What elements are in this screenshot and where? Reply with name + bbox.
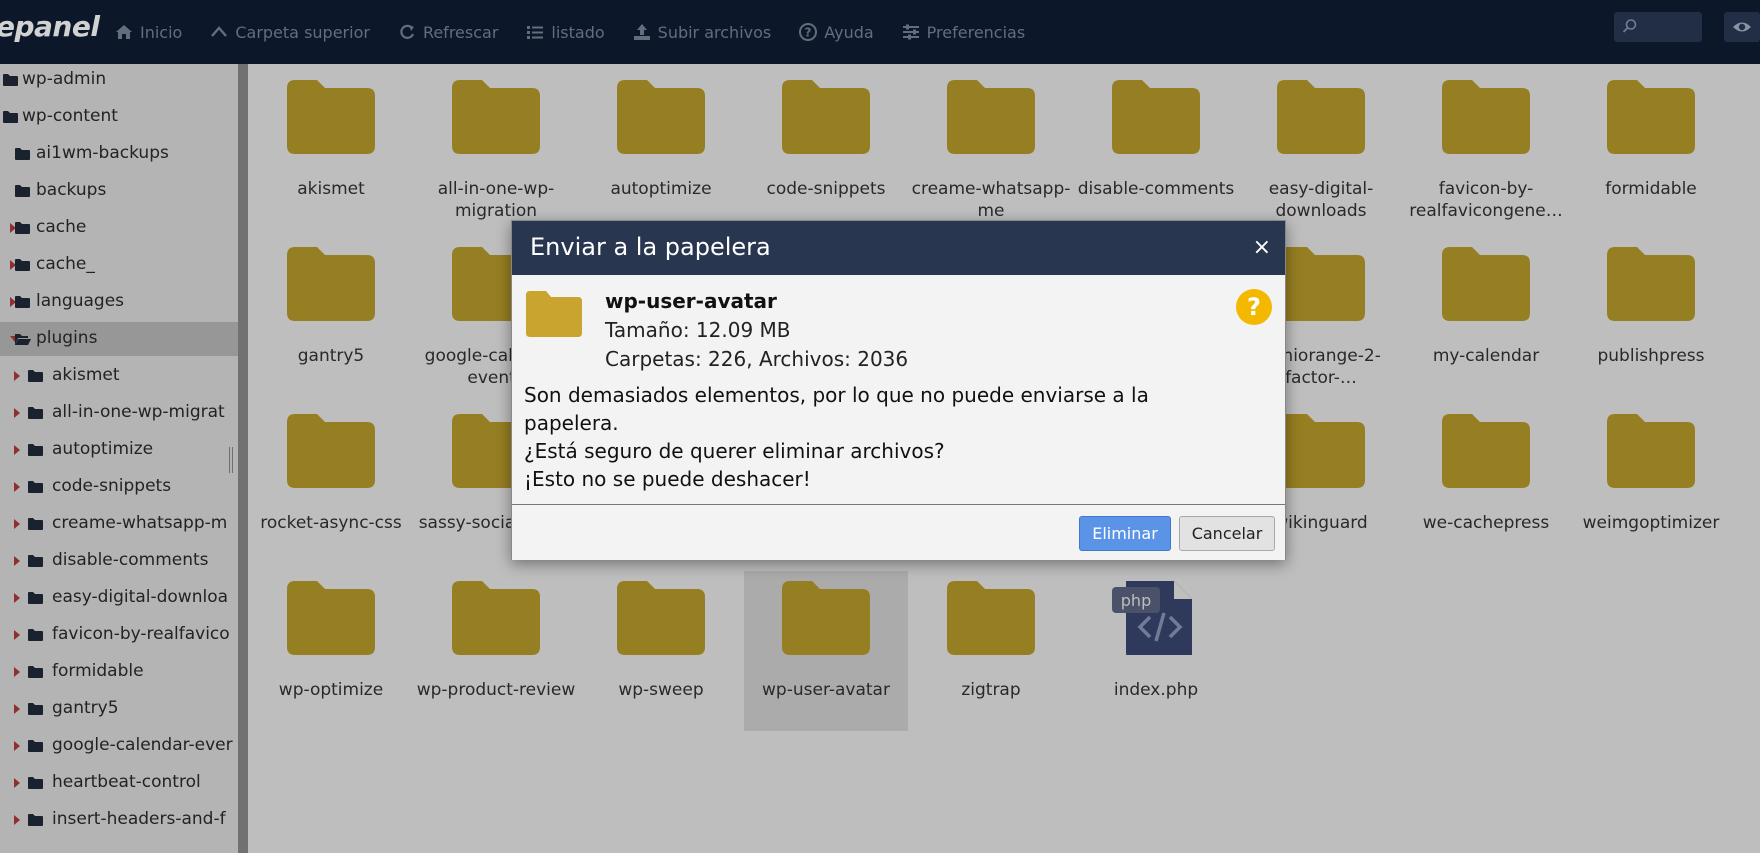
dialog-item-size: Tamaño: 12.09 MB xyxy=(605,318,791,342)
dialog-title: Enviar a la papelera xyxy=(530,233,771,261)
folder-icon xyxy=(526,291,582,337)
dialog-message: Son demasiados elementos, por lo que no … xyxy=(524,381,1164,493)
dialog-message-line: papelera. xyxy=(524,411,619,435)
dialog-header: Enviar a la papelera × xyxy=(512,221,1285,275)
close-icon[interactable]: × xyxy=(1253,237,1271,259)
dialog-footer: Eliminar Cancelar xyxy=(512,504,1285,560)
dialog-item-name: wp-user-avatar xyxy=(605,289,777,313)
cancel-button[interactable]: Cancelar xyxy=(1179,516,1275,551)
question-icon: ? xyxy=(1236,289,1272,325)
trash-dialog: Enviar a la papelera × wp-user-avatar Ta… xyxy=(511,220,1286,560)
dialog-item-counts: Carpetas: 226, Archivos: 2036 xyxy=(605,347,909,371)
dialog-message-line: ¿Está seguro de querer eliminar archivos… xyxy=(524,439,945,463)
delete-button[interactable]: Eliminar xyxy=(1079,516,1171,551)
dialog-message-line: ¡Esto no se puede deshacer! xyxy=(524,467,811,491)
dialog-message-line: Son demasiados elementos, por lo que no … xyxy=(524,383,1149,407)
